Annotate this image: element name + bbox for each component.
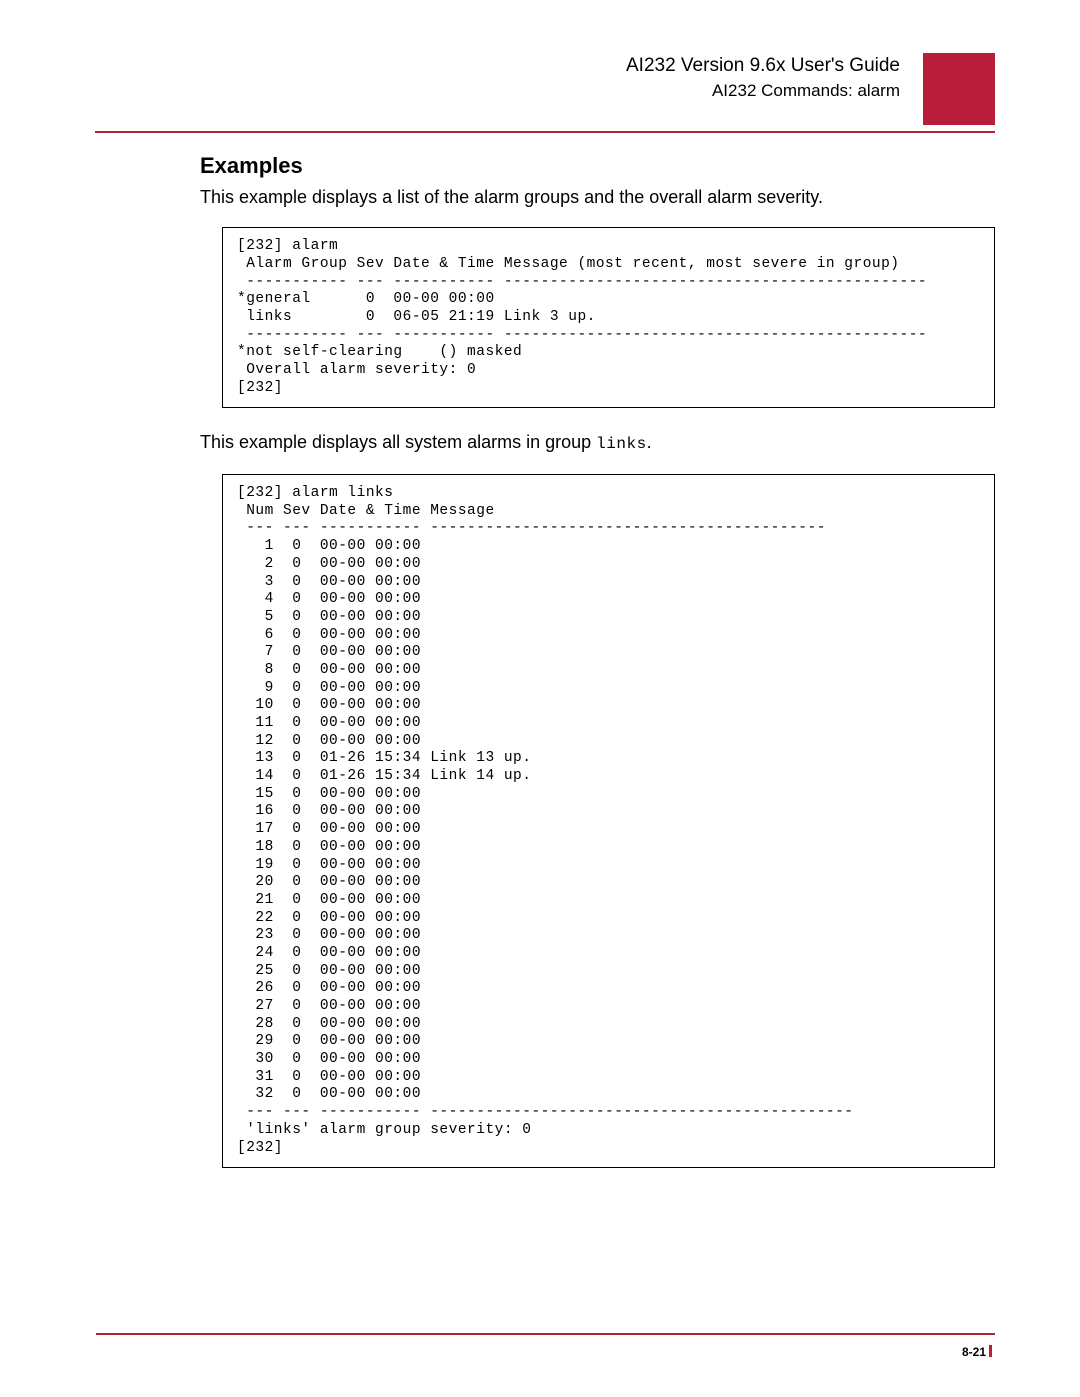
code-example-alarm-links: [232] alarm links Num Sev Date & Time Me… [222,474,995,1168]
intro2-text-a: This example displays all system alarms … [200,432,596,452]
page-number-text: 8-21 [962,1345,986,1359]
page-number-accent [989,1345,992,1357]
intro2-text-b: . [647,432,652,452]
footer-rule [96,1333,995,1335]
document-title: AI232 Version 9.6x User's Guide [85,55,900,77]
section-heading-examples: Examples [200,153,995,179]
document-subtitle: AI232 Commands: alarm [85,81,900,101]
page-header: AI232 Version 9.6x User's Guide AI232 Co… [85,55,995,125]
intro2-mono: links [596,435,647,453]
intro-paragraph-2: This example displays all system alarms … [200,430,995,456]
page-container: AI232 Version 9.6x User's Guide AI232 Co… [0,0,1080,1397]
header-rule [95,131,995,133]
main-content: Examples This example displays a list of… [200,153,995,1168]
intro-paragraph-1: This example displays a list of the alar… [200,185,995,209]
page-number: 8-21 [962,1345,992,1359]
header-text-block: AI232 Version 9.6x User's Guide AI232 Co… [85,55,995,101]
code-example-alarm-groups: [232] alarm Alarm Group Sev Date & Time … [222,227,995,408]
header-accent-block [923,53,995,125]
